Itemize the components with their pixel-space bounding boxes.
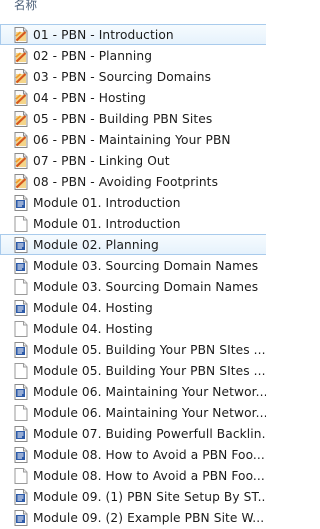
file-row[interactable]: Module 09. (2) Example PBN Site W...	[0, 507, 266, 528]
file-row[interactable]: Module 03. Sourcing Domain Names	[0, 255, 266, 276]
file-name: Module 03. Sourcing Domain Names	[33, 279, 259, 294]
file-row[interactable]: Module 04. Hosting	[0, 297, 266, 318]
video-file-icon	[14, 131, 28, 148]
file-name: 04 - PBN - Hosting	[33, 90, 147, 105]
file-name: 06 - PBN - Maintaining Your PBN	[33, 132, 231, 147]
file-name: 03 - PBN - Sourcing Domains	[33, 69, 212, 84]
video-file-icon	[14, 89, 28, 106]
text-file-icon	[14, 404, 28, 421]
file-row[interactable]: Module 08. How to Avoid a PBN Foo...	[0, 465, 266, 486]
file-row[interactable]: 02 - PBN - Planning	[0, 45, 266, 66]
document-file-icon	[14, 257, 28, 274]
file-row[interactable]: 01 - PBN - Introduction	[0, 24, 266, 45]
file-row[interactable]: 04 - PBN - Hosting	[0, 87, 266, 108]
file-name: Module 06. Maintaining Your Networ...	[33, 384, 266, 399]
text-file-icon	[14, 215, 28, 232]
file-name: 02 - PBN - Planning	[33, 48, 153, 63]
file-row[interactable]: Module 04. Hosting	[0, 318, 266, 339]
document-file-icon	[14, 446, 28, 463]
file-row[interactable]: Module 03. Sourcing Domain Names	[0, 276, 266, 297]
file-row[interactable]: Module 06. Maintaining Your Networ...	[0, 381, 266, 402]
column-header[interactable]: 名称	[0, 0, 266, 22]
document-file-icon	[14, 194, 28, 211]
file-name: 07 - PBN - Linking Out	[33, 153, 170, 168]
file-name: 01 - PBN - Introduction	[33, 27, 174, 42]
file-name: Module 01. Introduction	[33, 216, 181, 231]
file-name: Module 08. How to Avoid a PBN Foo...	[33, 468, 265, 483]
document-file-icon	[14, 341, 28, 358]
text-file-icon	[14, 362, 28, 379]
video-file-icon	[14, 47, 28, 64]
file-name: Module 09. (1) PBN Site Setup By ST...	[33, 489, 266, 504]
file-row[interactable]: Module 09. (1) PBN Site Setup By ST...	[0, 486, 266, 507]
document-file-icon	[14, 236, 28, 253]
video-file-icon	[14, 26, 28, 43]
file-row[interactable]: Module 07. Buiding Powerfull Backlin...	[0, 423, 266, 444]
video-file-icon	[14, 173, 28, 190]
file-name: Module 04. Hosting	[33, 300, 153, 315]
video-file-icon	[14, 110, 28, 127]
file-name: 08 - PBN - Avoiding Footprints	[33, 174, 219, 189]
file-row[interactable]: 08 - PBN - Avoiding Footprints	[0, 171, 266, 192]
document-file-icon	[14, 383, 28, 400]
file-name: Module 07. Buiding Powerfull Backlin...	[33, 426, 266, 441]
name-column-label[interactable]: 名称	[14, 0, 37, 13]
file-name: 05 - PBN - Building PBN Sites	[33, 111, 213, 126]
text-file-icon	[14, 278, 28, 295]
file-row[interactable]: Module 02. Planning	[0, 234, 266, 255]
text-file-icon	[14, 320, 28, 337]
document-file-icon	[14, 299, 28, 316]
file-row[interactable]: 06 - PBN - Maintaining Your PBN	[0, 129, 266, 150]
file-row[interactable]: Module 06. Maintaining Your Networ...	[0, 402, 266, 423]
file-name: Module 09. (2) Example PBN Site W...	[33, 510, 265, 525]
file-row[interactable]: Module 08. How to Avoid a PBN Foo...	[0, 444, 266, 465]
file-row[interactable]: 07 - PBN - Linking Out	[0, 150, 266, 171]
video-file-icon	[14, 152, 28, 169]
file-list: 01 - PBN - Introduction 02 - PBN - Planni…	[0, 24, 266, 528]
document-file-icon	[14, 509, 28, 526]
document-file-icon	[14, 425, 28, 442]
video-file-icon	[14, 68, 28, 85]
file-row[interactable]: 05 - PBN - Building PBN Sites	[0, 108, 266, 129]
file-name: Module 05. Building Your PBN SItes ...	[33, 342, 266, 357]
file-row[interactable]: Module 05. Building Your PBN SItes ...	[0, 360, 266, 381]
file-row[interactable]: 03 - PBN - Sourcing Domains	[0, 66, 266, 87]
file-name: Module 08. How to Avoid a PBN Foo...	[33, 447, 265, 462]
file-row[interactable]: Module 05. Building Your PBN SItes ...	[0, 339, 266, 360]
file-name: Module 03. Sourcing Domain Names	[33, 258, 259, 273]
file-name: Module 06. Maintaining Your Networ...	[33, 405, 266, 420]
text-file-icon	[14, 467, 28, 484]
file-name: Module 05. Building Your PBN SItes ...	[33, 363, 266, 378]
file-row[interactable]: Module 01. Introduction	[0, 192, 266, 213]
file-name: Module 01. Introduction	[33, 195, 181, 210]
document-file-icon	[14, 488, 28, 505]
file-name: Module 02. Planning	[33, 237, 159, 252]
file-row[interactable]: Module 01. Introduction	[0, 213, 266, 234]
file-name: Module 04. Hosting	[33, 321, 153, 336]
